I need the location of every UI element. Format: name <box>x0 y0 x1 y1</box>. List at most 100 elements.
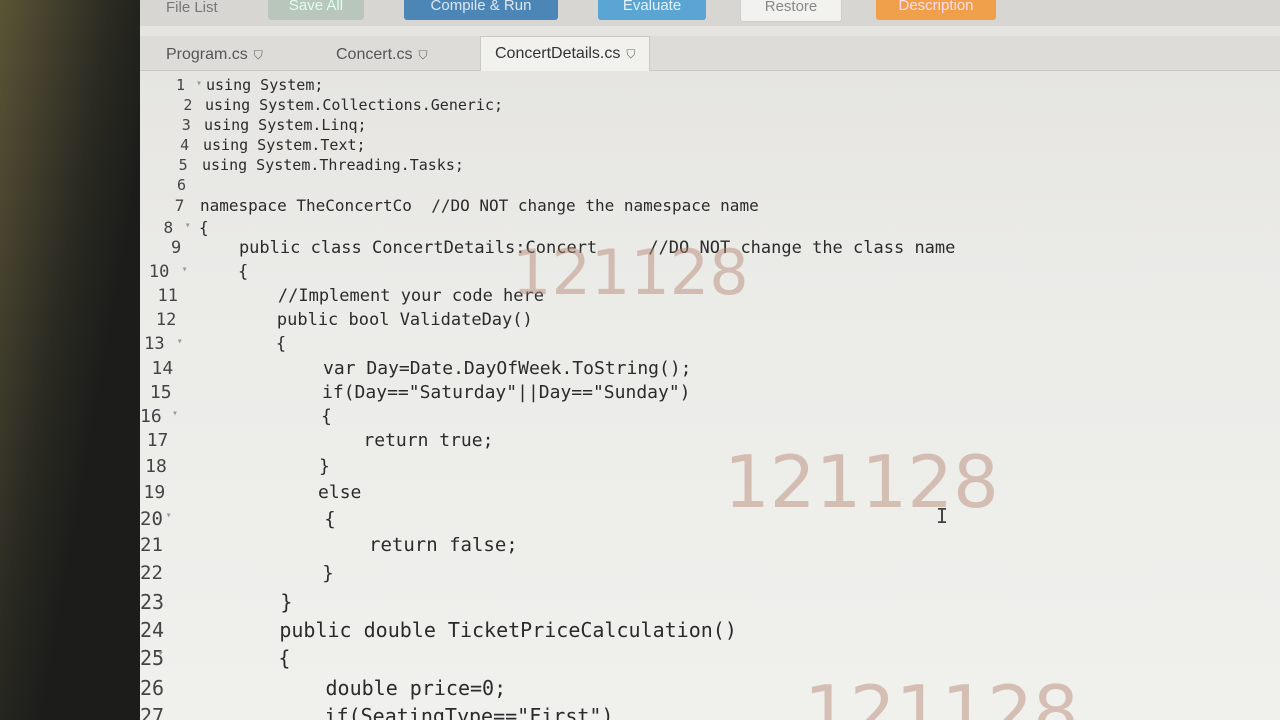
code-text: { <box>199 218 209 237</box>
code-line[interactable]: 22 } <box>140 562 1240 587</box>
code-text: //Implement your code here <box>196 286 544 306</box>
code-line[interactable]: 8 ▾ { <box>140 218 1240 240</box>
line-number: 26 <box>140 676 165 700</box>
line-number: 25 <box>140 646 177 670</box>
code-line[interactable]: 20 ▾ { <box>140 508 1240 533</box>
tab-program-cs[interactable]: Program.cs ⛉ <box>152 40 277 70</box>
code-line[interactable]: 5 using System.Threading.Tasks; <box>140 156 1240 177</box>
line-number: 15 <box>149 382 172 403</box>
code-line[interactable]: 11 //Implement your code here <box>140 286 1240 309</box>
line-number: 23 <box>140 590 165 614</box>
shield-icon: ⛉ <box>626 47 636 61</box>
text-cursor-icon: I <box>936 504 949 528</box>
file-tabs: Program.cs ⛉ Concert.cs ⛉ ConcertDetails.c… <box>140 36 1280 71</box>
fold-arrow-icon[interactable]: ▾ <box>185 220 191 231</box>
code-text: { <box>194 334 287 354</box>
line-number: 19 <box>143 482 166 503</box>
restore-button[interactable]: Restore <box>740 0 842 22</box>
toolbar: File List Save All Compile & Run Evaluat… <box>140 0 1280 26</box>
line-number: 10 <box>148 262 180 282</box>
code-line[interactable]: 27 if(SeatingType=="First") <box>140 704 1240 720</box>
code-line[interactable]: 3 using System.Linq; <box>140 116 1240 137</box>
code-line[interactable]: 12 public bool ValidateDay() <box>140 310 1240 333</box>
code-line[interactable]: 26 double price=0; <box>140 676 1240 702</box>
code-text: public class ConcertDetails:Concert //DO… <box>198 238 956 258</box>
code-line[interactable]: 25 ▾ { <box>140 646 1240 672</box>
code-text: using System.Linq; <box>204 116 367 134</box>
code-line[interactable]: 18 } <box>140 456 1240 480</box>
line-number: 9 <box>170 238 182 258</box>
code-line[interactable]: 1 ▾ using System; <box>140 76 1240 97</box>
code-editor[interactable]: 1 ▾ using System; 2 using System.Collection… <box>140 72 1280 720</box>
fold-arrow-icon[interactable]: ▾ <box>182 264 188 275</box>
fold-arrow-icon[interactable]: ▾ <box>158 648 164 659</box>
line-number: 17 <box>146 430 169 451</box>
code-line[interactable]: 4 using System.Text; <box>140 136 1240 157</box>
code-text: if(SeatingType=="First") <box>180 704 614 720</box>
line-number: 1 <box>175 76 194 94</box>
tab-label: Program.cs <box>166 46 248 63</box>
description-button[interactable]: Description <box>876 0 996 20</box>
evaluate-button[interactable]: Evaluate <box>598 0 706 20</box>
code-line[interactable]: 17 return true; <box>140 430 1240 454</box>
code-text: { <box>187 508 336 530</box>
code-line[interactable]: 6 <box>140 176 1240 197</box>
fold-arrow-icon[interactable]: ▾ <box>196 78 202 89</box>
code-line[interactable]: 16 ▾ { <box>140 406 1240 430</box>
fold-arrow-icon[interactable]: ▾ <box>172 408 178 419</box>
save-all-button[interactable]: Save All <box>268 0 364 20</box>
line-number: 4 <box>180 136 190 154</box>
file-list-button[interactable]: File List <box>166 0 256 22</box>
line-number: 11 <box>157 286 178 306</box>
tab-label: ConcertDetails.cs <box>495 45 621 62</box>
line-number: 18 <box>145 456 167 477</box>
code-text: return false; <box>186 534 518 556</box>
code-text: { <box>197 262 249 282</box>
code-text: } <box>184 590 293 614</box>
code-text: using System.Threading.Tasks; <box>202 156 464 174</box>
code-text: else <box>188 482 362 503</box>
code-line[interactable]: 10 ▾ { <box>140 262 1240 285</box>
code-line[interactable]: 23 } <box>140 590 1240 616</box>
line-number: 22 <box>140 562 163 584</box>
code-line[interactable]: 21 return false; <box>140 534 1240 559</box>
line-number: 21 <box>140 534 163 556</box>
tab-concertdetails-cs[interactable]: ConcertDetails.cs ⛉ <box>480 36 651 71</box>
line-number: 3 <box>181 116 191 134</box>
code-text: var Day=Date.DayOfWeek.ToString(); <box>193 358 692 379</box>
fold-arrow-icon[interactable]: ▾ <box>166 510 172 521</box>
code-line[interactable]: 13 ▾ { <box>140 334 1240 357</box>
line-number: 2 <box>183 96 193 114</box>
code-text: using System; <box>206 76 324 94</box>
line-number: 6 <box>176 176 186 194</box>
code-text: return true; <box>190 430 494 451</box>
line-number: 14 <box>151 358 174 379</box>
compile-run-button[interactable]: Compile & Run <box>404 0 558 20</box>
code-text: using System.Collections.Generic; <box>205 96 504 114</box>
code-text: public double TicketPriceCalculation() <box>183 618 737 642</box>
code-line[interactable]: 9 public class ConcertDetails:Concert //… <box>140 238 1240 261</box>
code-line[interactable]: 14 var Day=Date.DayOfWeek.ToString(); <box>140 358 1240 382</box>
code-text: if(Day=="Saturday"||Day=="Sunday") <box>192 382 691 403</box>
line-number: 12 <box>155 310 177 330</box>
line-number: 16 <box>140 406 173 427</box>
shield-icon: ⛉ <box>253 48 263 62</box>
ide-screen: File List Save All Compile & Run Evaluat… <box>140 0 1280 720</box>
line-number: 27 <box>140 704 165 720</box>
fold-arrow-icon[interactable]: ▾ <box>177 336 183 347</box>
code-text: { <box>182 646 291 670</box>
line-number: 24 <box>140 618 165 642</box>
line-number: 20 <box>140 508 175 530</box>
code-line[interactable]: 19 else <box>140 482 1240 506</box>
tab-concert-cs[interactable]: Concert.cs ⛉ <box>322 40 441 70</box>
code-text: } <box>189 456 330 477</box>
line-number: 7 <box>174 196 185 215</box>
code-line[interactable]: 24 public double TicketPriceCalculation(… <box>140 618 1240 644</box>
code-line[interactable]: 15 if(Day=="Saturday"||Day=="Sunday") <box>140 382 1240 406</box>
code-line[interactable]: 2 using System.Collections.Generic; <box>140 96 1240 117</box>
line-number: 8 <box>163 218 183 237</box>
tab-label: Concert.cs <box>336 46 413 63</box>
code-text: namespace TheConcertCo //DO NOT change t… <box>200 196 759 215</box>
code-text: using System.Text; <box>203 136 366 154</box>
code-line[interactable]: 7 namespace TheConcertCo //DO NOT change … <box>140 196 1240 218</box>
